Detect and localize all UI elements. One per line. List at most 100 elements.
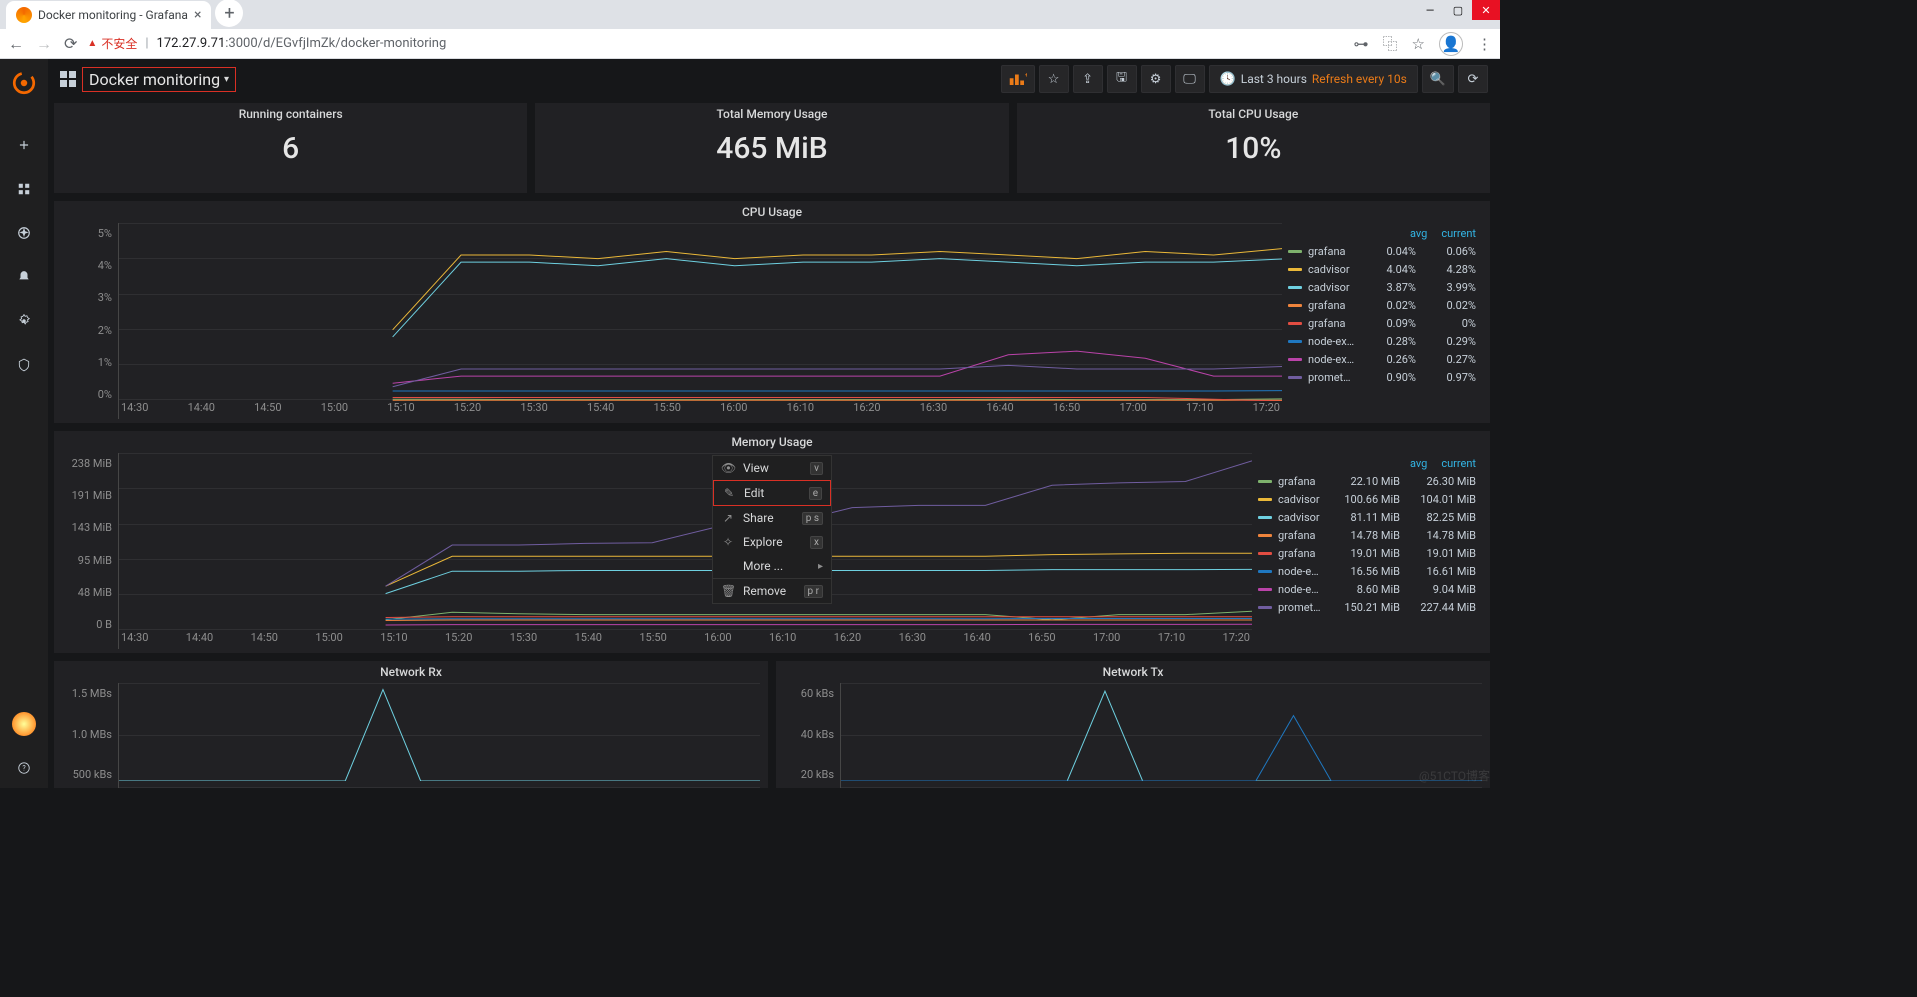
grafana-app: ? Docker monitoring ▾ + ☆ ⇪ 🖫 ⚙ 🖵 [0,59,1500,788]
y-axis: 5%4%3%2%1%0% [62,223,118,419]
close-tab-icon[interactable]: × [194,7,201,23]
cycle-view-button[interactable]: 🖵 [1175,65,1205,93]
tab-strip: Docker monitoring - Grafana × + — ▢ ✕ [0,0,1500,29]
legend-item[interactable]: cadvisor3.87%3.99% [1288,278,1476,296]
chart-legend: avgcurrentgrafana0.04%0.06%cadvisor4.04%… [1282,223,1482,419]
legend-item[interactable]: grafana0.02%0.02% [1288,296,1476,314]
star-dashboard-button[interactable]: ☆ [1039,65,1069,93]
legend-item[interactable]: node-exporter8.60 MiB9.04 MiB [1258,580,1476,598]
clock-icon: 🕓 [1220,72,1236,87]
close-window-button[interactable]: ✕ [1472,0,1500,20]
save-dashboard-button[interactable]: 🖫 [1107,65,1137,93]
tab-title: Docker monitoring - Grafana [38,8,188,22]
panel-title[interactable]: Memory Usage [54,431,1490,453]
panel-context-menu: 👁Viewv ✎Edite ↗Sharep s ✧Explorex More .… [712,455,832,604]
create-icon[interactable] [4,125,44,165]
edit-icon: ✎ [722,486,736,500]
panel-cpu-usage: CPU Usage 5%4%3%2%1%0% 14:3014:4014:5015… [54,201,1490,423]
profile-icon[interactable]: 👤 [1439,32,1463,56]
settings-button[interactable]: ⚙ [1141,65,1171,93]
svg-text:?: ? [22,764,26,772]
menu-edit[interactable]: ✎Edite [713,480,831,506]
panel-running-containers[interactable]: Running containers 6 [54,103,527,193]
menu-share[interactable]: ↗Sharep s [713,506,831,530]
reload-icon[interactable]: ⟳ [64,34,77,54]
side-nav: ? [0,59,48,788]
alerting-icon[interactable] [4,257,44,297]
compass-icon: ✧ [721,535,735,549]
dashboard-toolbar: Docker monitoring ▾ + ☆ ⇪ 🖫 ⚙ 🖵 🕓 Last 3… [48,59,1500,99]
maximize-button[interactable]: ▢ [1444,0,1472,20]
url-field[interactable]: 不安全 | 172.27.9.71:3000/d/EGvfjImZk/docke… [87,35,1343,52]
dashboard-grid-icon [60,71,76,87]
key-icon[interactable]: ⊶ [1354,35,1369,53]
panel-network-tx: Network Tx 60 kBs40 kBs20 kBs [776,661,1490,788]
forward-icon[interactable]: → [36,34,52,54]
panel-title[interactable]: Network Tx [776,661,1490,683]
y-axis: 238 MiB191 MiB143 MiB95 MiB48 MiB0 B [62,453,118,649]
menu-icon[interactable]: ⋮ [1477,35,1492,53]
server-admin-icon[interactable] [4,345,44,385]
legend-item[interactable]: cadvisor100.66 MiB104.01 MiB [1258,490,1476,508]
menu-view[interactable]: 👁Viewv [713,456,831,480]
svg-text:+: + [1024,72,1026,79]
browser-window: Docker monitoring - Grafana × + — ▢ ✕ ← … [0,0,1500,788]
chart-plot[interactable] [840,683,1482,788]
legend-item[interactable]: grafana14.78 MiB14.78 MiB [1258,526,1476,544]
legend-item[interactable]: grafana0.09%0% [1288,314,1476,332]
add-panel-button[interactable]: + [1001,65,1035,93]
panel-memory-usage: Memory Usage 238 MiB191 MiB143 MiB95 MiB… [54,431,1490,653]
chevron-down-icon: ▾ [224,74,229,85]
translate-icon[interactable]: ⿻ [1383,33,1398,54]
share-dashboard-button[interactable]: ⇪ [1073,65,1103,93]
chart-legend: avgcurrentgrafana22.10 MiB26.30 MiBcadvi… [1252,453,1482,649]
config-icon[interactable] [4,301,44,341]
window-controls: — ▢ ✕ [1416,0,1500,20]
browser-tab[interactable]: Docker monitoring - Grafana × [6,1,211,29]
legend-item[interactable]: prometheus0.90%0.97% [1288,368,1476,386]
time-range-button[interactable]: 🕓 Last 3 hours Refresh every 10s [1209,65,1418,93]
chart-plot[interactable] [118,683,760,788]
zoom-out-button[interactable]: 🔍 [1422,65,1454,93]
legend-item[interactable]: cadvisor81.11 MiB82.25 MiB [1258,508,1476,526]
legend-item[interactable]: grafana19.01 MiB19.01 MiB [1258,544,1476,562]
refresh-button[interactable]: ⟳ [1458,65,1488,93]
panel-network-rx: Network Rx 1.5 MBs1.0 MBs500 kBs [54,661,768,788]
star-icon[interactable]: ☆ [1412,35,1425,53]
chart-plot[interactable]: 14:3014:4014:5015:0015:1015:2015:3015:40… [118,453,1252,649]
panel-title[interactable]: CPU Usage [54,201,1490,223]
nav-buttons: ← → ⟳ [8,34,77,54]
help-icon[interactable]: ? [4,748,44,788]
legend-item[interactable]: grafana0.04%0.06% [1288,242,1476,260]
panel-total-cpu[interactable]: Total CPU Usage 10% [1017,103,1490,193]
insecure-warning-icon: 不安全 [87,35,137,52]
user-avatar[interactable] [4,704,44,744]
chevron-right-icon: ▸ [818,561,823,572]
dashboard-title-dropdown[interactable]: Docker monitoring ▾ [82,67,236,92]
grafana-favicon [16,7,32,23]
legend-item[interactable]: node-exporter0.28%0.29% [1288,332,1476,350]
menu-remove[interactable]: 🗑Removep r [713,579,831,603]
network-row: Network Rx 1.5 MBs1.0 MBs500 kBs Network… [54,661,1490,788]
dashboards-icon[interactable] [4,169,44,209]
share-icon: ↗ [721,511,735,525]
menu-explore[interactable]: ✧Explorex [713,530,831,554]
legend-item[interactable]: cadvisor4.04%4.28% [1288,260,1476,278]
legend-item[interactable]: prometheus150.21 MiB227.44 MiB [1258,598,1476,616]
legend-item[interactable]: node-exporter0.26%0.27% [1288,350,1476,368]
back-icon[interactable]: ← [8,34,24,54]
legend-item[interactable]: grafana22.10 MiB26.30 MiB [1258,472,1476,490]
new-tab-button[interactable]: + [215,0,243,27]
stat-row: Running containers 6 Total Memory Usage … [54,103,1490,193]
dashboard-body[interactable]: Running containers 6 Total Memory Usage … [48,99,1500,788]
eye-icon: 👁 [721,461,735,475]
dashboard-nav[interactable]: Docker monitoring ▾ [60,67,236,92]
chart-plot[interactable]: 14:3014:4014:5015:0015:1015:2015:3015:40… [118,223,1282,419]
panel-total-memory[interactable]: Total Memory Usage 465 MiB [535,103,1008,193]
panel-title[interactable]: Network Rx [54,661,768,683]
explore-icon[interactable] [4,213,44,253]
legend-item[interactable]: node-exporter16.56 MiB16.61 MiB [1258,562,1476,580]
grafana-logo[interactable] [8,67,40,99]
menu-more[interactable]: More ...▸ [713,554,831,578]
minimize-button[interactable]: — [1416,0,1444,20]
